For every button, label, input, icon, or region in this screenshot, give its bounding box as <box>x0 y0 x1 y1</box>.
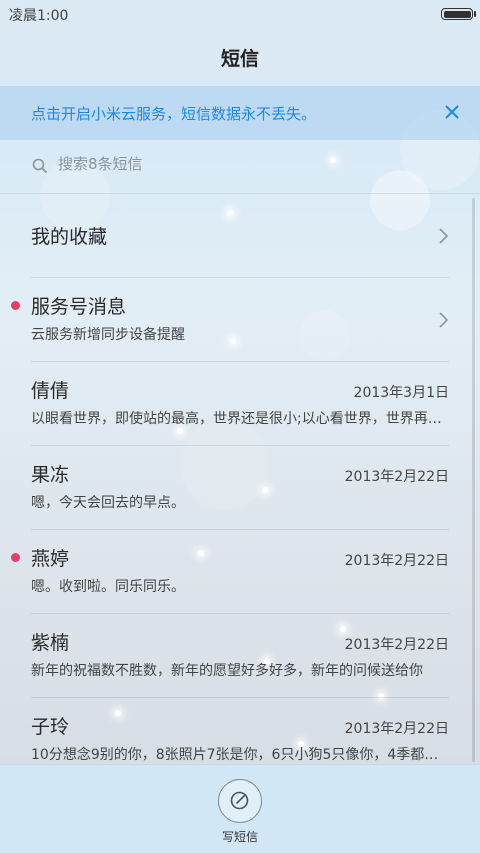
compose-label[interactable]: 写短信 <box>0 828 480 845</box>
conversation-row[interactable]: 果冻 2013年2月22日 嗯，今天会回去的早点。 <box>0 446 480 530</box>
contact-name: 子玲 <box>31 716 70 738</box>
compose-icon <box>230 791 249 810</box>
message-preview: 10分想念9别的你，8张照片7张是你，6只小狗5只像你，4季都在想着你 <box>31 747 446 763</box>
search-icon <box>32 158 48 174</box>
contact-name: 果冻 <box>31 464 70 486</box>
search-input[interactable] <box>58 155 438 173</box>
status-bar: 凌晨1:00 <box>0 0 480 28</box>
chevron-right-icon <box>436 226 450 246</box>
chevron-right-icon <box>436 310 450 330</box>
message-date: 2013年3月1日 <box>353 385 449 401</box>
compose-button[interactable] <box>218 779 262 823</box>
message-date: 2013年2月22日 <box>344 721 449 737</box>
message-preview: 嗯。收到啦。同乐同乐。 <box>31 579 185 595</box>
search-bar[interactable] <box>0 140 480 194</box>
status-time: 凌晨1:00 <box>9 8 69 24</box>
contact-name: 倩倩 <box>31 380 70 402</box>
battery-tip <box>474 11 476 17</box>
contact-name: 紫楠 <box>31 632 70 654</box>
conversation-row[interactable]: 紫楠 2013年2月22日 新年的祝福数不胜数，新年的愿望好多好多，新年的问候送… <box>0 614 480 698</box>
close-icon[interactable] <box>438 98 466 126</box>
cloud-service-banner[interactable]: 点击开启小米云服务，短信数据永不丢失。 <box>0 86 480 140</box>
favorites-row[interactable]: 我的收藏 <box>0 194 480 278</box>
favorites-label: 我的收藏 <box>31 226 108 248</box>
contact-name: 燕婷 <box>31 548 70 570</box>
banner-text[interactable]: 点击开启小米云服务，短信数据永不丢失。 <box>31 103 316 124</box>
conversation-row[interactable]: 子玲 2013年2月22日 10分想念9别的你，8张照片7张是你，6只小狗5只像… <box>0 698 480 765</box>
service-messages-row[interactable]: 服务号消息 云服务新增同步设备提醒 <box>0 278 480 362</box>
message-date: 2013年2月22日 <box>344 553 449 569</box>
message-date: 2013年2月22日 <box>344 469 449 485</box>
service-subtitle: 云服务新增同步设备提醒 <box>31 327 185 343</box>
conversation-row[interactable]: 燕婷 2013年2月22日 嗯。收到啦。同乐同乐。 <box>0 530 480 614</box>
unread-dot <box>11 553 20 562</box>
service-title: 服务号消息 <box>31 296 127 318</box>
message-date: 2013年2月22日 <box>344 637 449 653</box>
scrollbar[interactable] <box>472 198 475 762</box>
message-preview: 嗯，今天会回去的早点。 <box>31 495 185 511</box>
message-preview: 以眼看世界，即使站的最高，世界还是很小;以心看世界，世界再大也能容纳于心 <box>31 411 446 427</box>
unread-dot <box>11 301 20 310</box>
bottom-bar: 写短信 <box>0 764 480 853</box>
page-title: 短信 <box>220 47 259 70</box>
battery-icon <box>441 8 473 20</box>
conversation-row[interactable]: 倩倩 2013年3月1日 以眼看世界，即使站的最高，世界还是很小;以心看世界，世… <box>0 362 480 446</box>
message-preview: 新年的祝福数不胜数，新年的愿望好多好多，新年的问候送给你 <box>31 663 423 679</box>
title-bar: 短信 <box>0 28 480 86</box>
conversation-list[interactable]: 我的收藏 服务号消息 云服务新增同步设备提醒 倩倩 2013年3月1日 以眼看世… <box>0 194 480 765</box>
